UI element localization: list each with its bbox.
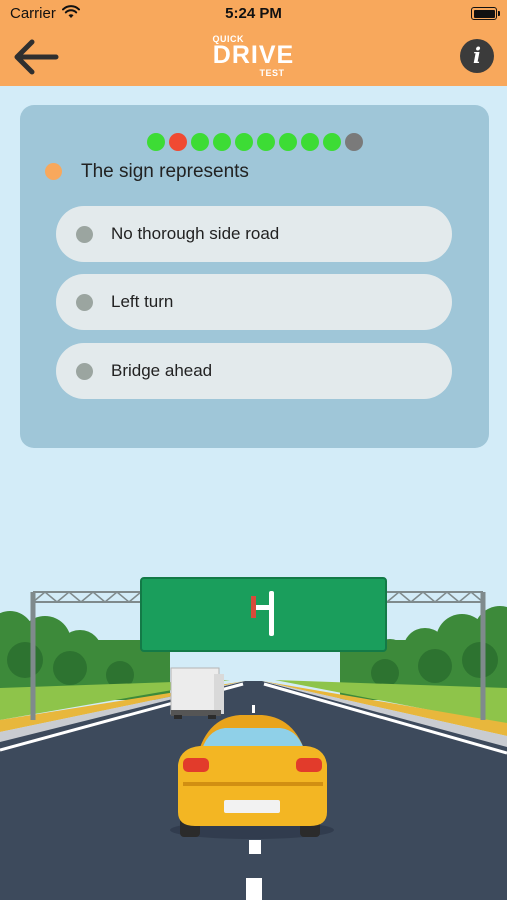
info-button[interactable]: i <box>460 39 494 73</box>
option-label: Bridge ahead <box>111 361 213 380</box>
option-3[interactable]: Bridge ahead <box>56 343 452 399</box>
question-text: The sign represents <box>81 161 249 182</box>
option-radio-icon <box>76 226 93 243</box>
app-logo: QUICK DRIVE TEST <box>209 32 299 82</box>
battery-icon <box>471 7 500 20</box>
option-1[interactable]: No thorough side road <box>56 206 452 262</box>
logo-line-2: DRIVE <box>212 41 295 69</box>
progress-dot-correct <box>300 133 319 151</box>
logo-line-3: TEST <box>259 68 285 78</box>
option-label: Left turn <box>111 292 174 311</box>
option-label: No thorough side road <box>111 224 280 243</box>
truck <box>170 667 224 719</box>
back-arrow-icon[interactable] <box>10 36 60 78</box>
progress-dot-wrong <box>168 133 187 151</box>
progress-dot-correct <box>278 133 297 151</box>
progress-dot-correct <box>146 133 165 151</box>
option-2[interactable]: Left turn <box>56 274 452 330</box>
road-sign <box>141 578 386 651</box>
progress-indicator <box>20 133 489 151</box>
progress-dot-correct <box>322 133 341 151</box>
question-bullet-icon <box>45 163 62 180</box>
progress-dot-correct <box>190 133 209 151</box>
progress-dot-correct <box>256 133 275 151</box>
progress-dot-correct <box>212 133 231 151</box>
status-bar: Carrier 5:24 PM <box>0 0 507 28</box>
question-card: The sign represents No thorough side roa… <box>20 105 489 448</box>
nav-bar: QUICK DRIVE TEST i <box>0 28 507 86</box>
option-radio-icon <box>76 363 93 380</box>
progress-dot-current <box>344 133 363 151</box>
status-time: 5:24 PM <box>225 5 282 22</box>
progress-dot-correct <box>234 133 253 151</box>
option-radio-icon <box>76 294 93 311</box>
road-scene-illustration <box>0 577 507 900</box>
